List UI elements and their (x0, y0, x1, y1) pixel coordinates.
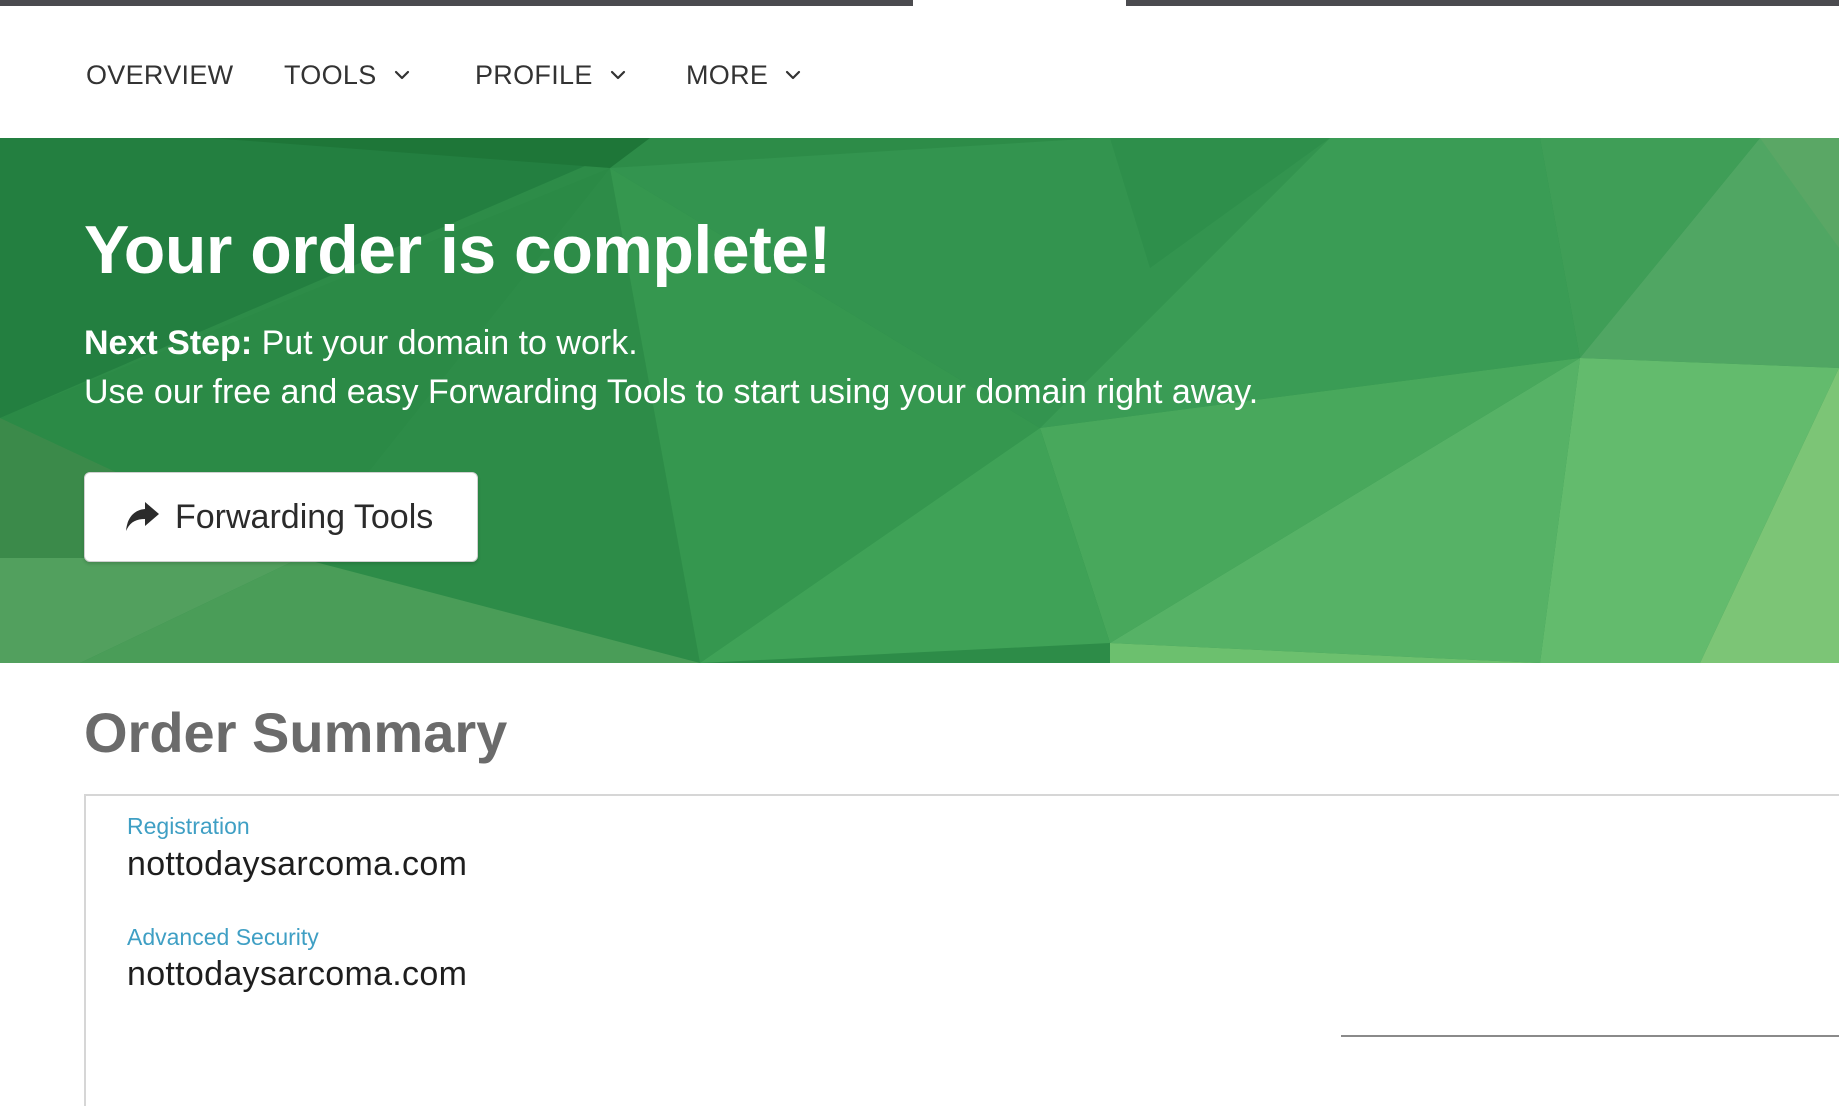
nav-item-overview[interactable]: OVERVIEW (86, 57, 233, 93)
chevron-down-icon (786, 70, 801, 80)
order-item-type: Advanced Security (127, 924, 319, 950)
order-summary-box: Registration nottodaysarcoma.com Advance… (84, 794, 1839, 1106)
order-complete-banner: Your order is complete! Next Step: Put y… (0, 138, 1839, 663)
nav-item-tools[interactable]: TOOLS (284, 57, 411, 93)
nav-item-label: PROFILE (475, 59, 593, 90)
next-step-label: Next Step: (84, 324, 253, 362)
nav-item-profile[interactable]: PROFILE (475, 57, 627, 93)
chevron-down-icon (394, 70, 409, 80)
forwarding-tools-label: Forwarding Tools (175, 497, 434, 536)
nav-item-label: OVERVIEW (86, 59, 234, 90)
chevron-down-icon (610, 70, 625, 80)
nav-item-more[interactable]: MORE (686, 57, 802, 93)
hero-title: Your order is complete! (84, 212, 831, 288)
next-step-line: Next Step: Put your domain to work. (84, 324, 638, 363)
order-item-type: Registration (127, 813, 250, 839)
summary-divider (1341, 1035, 1839, 1037)
forwarding-tools-button[interactable]: Forwarding Tools (84, 472, 478, 562)
order-item-domain: nottodaysarcoma.com (127, 955, 468, 993)
nav-item-label: TOOLS (284, 59, 377, 90)
order-item-domain: nottodaysarcoma.com (127, 845, 468, 883)
order-summary-title: Order Summary (84, 701, 508, 764)
nav-item-label: MORE (686, 59, 769, 90)
next-step-text: Put your domain to work. (252, 324, 638, 362)
share-forward-icon (126, 502, 159, 531)
hero-description: Use our free and easy Forwarding Tools t… (84, 373, 1259, 411)
main-navigation: OVERVIEW TOOLS PROFILE MORE (0, 6, 1839, 138)
